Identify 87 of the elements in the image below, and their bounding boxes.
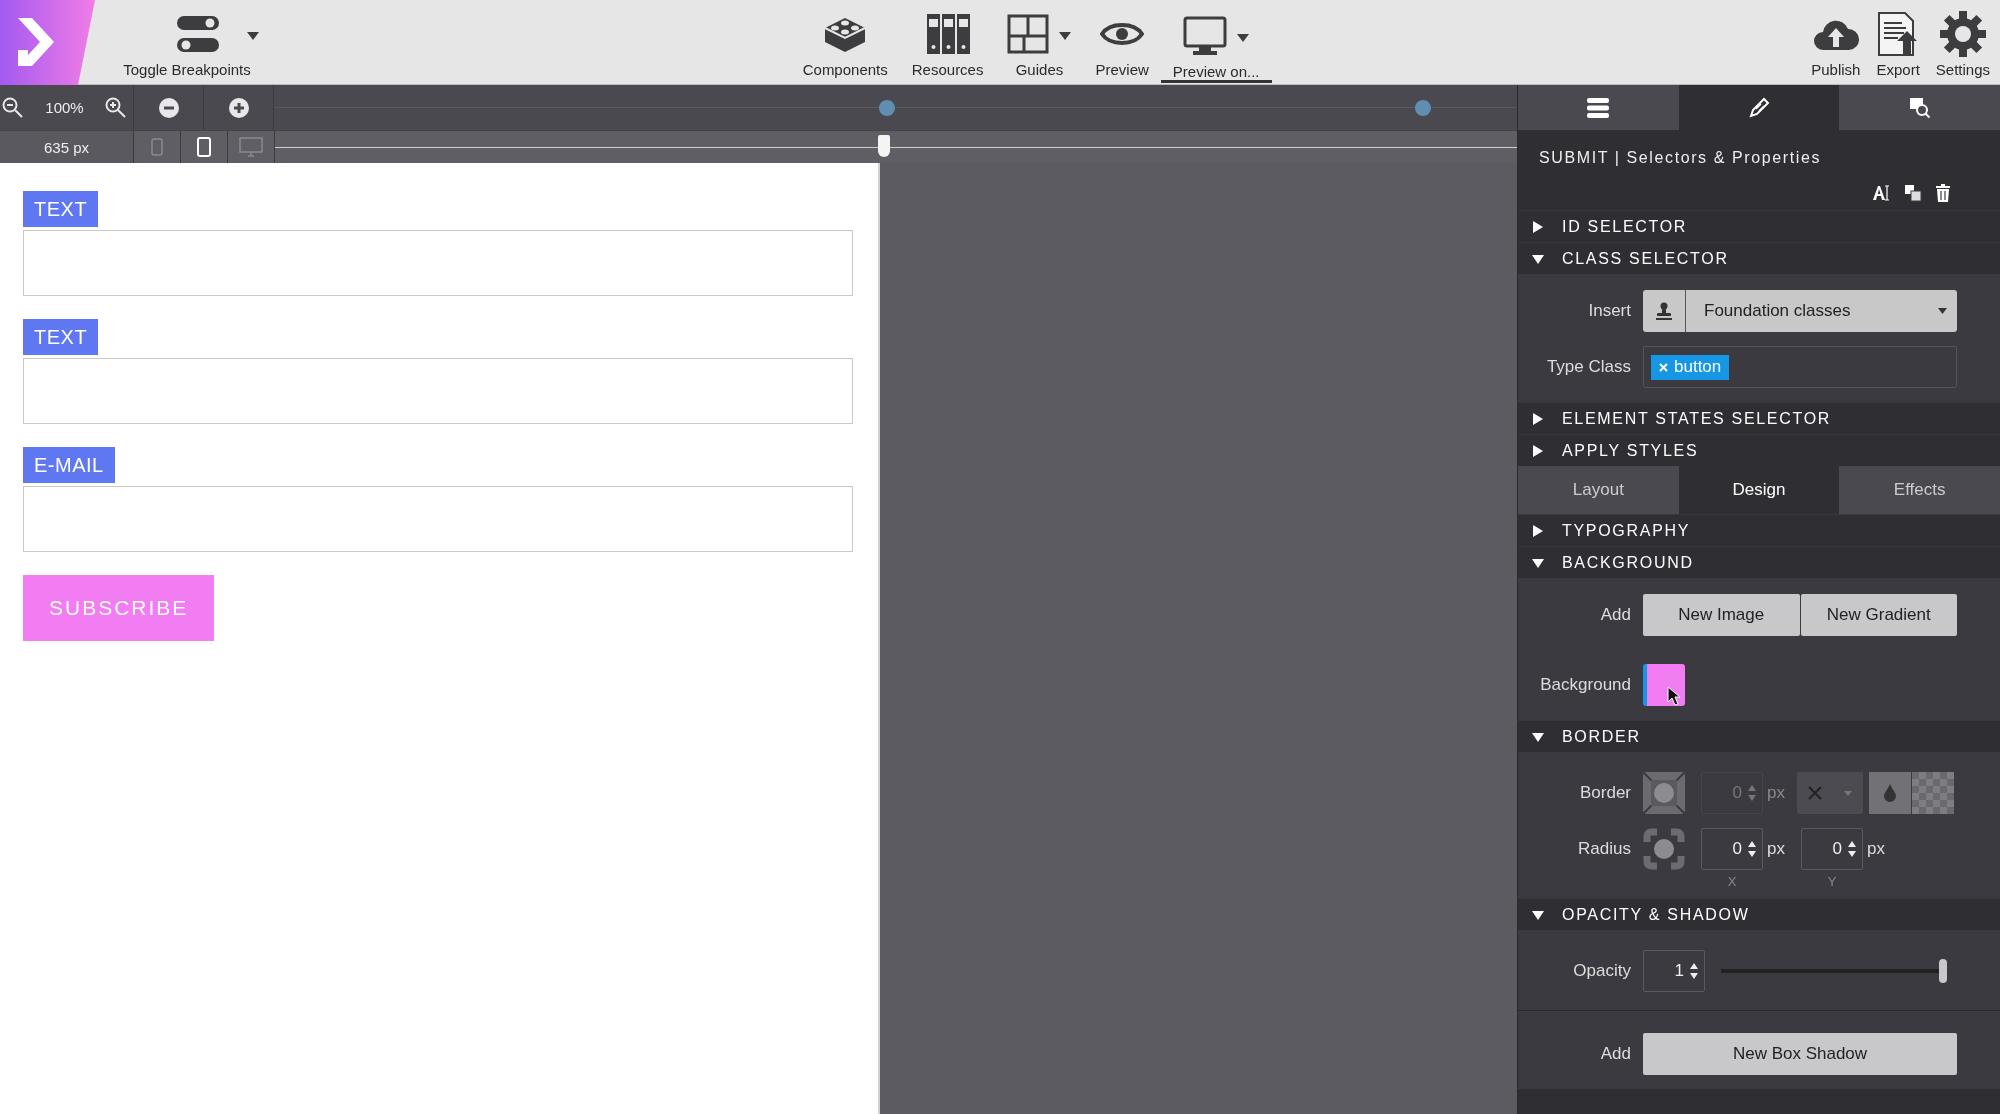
property-label: Add <box>1599 605 1631 625</box>
monitor-icon <box>1183 16 1228 56</box>
add-button[interactable]: New Gradient <box>1800 594 1957 636</box>
transparent-color-button[interactable] <box>1911 772 1954 814</box>
radius-field[interactable]: 0 <box>1800 828 1863 870</box>
panel-title: SUBMIT | Selectors & Properties <box>1538 148 1822 168</box>
pen-icon <box>1748 96 1770 119</box>
toolbar-button[interactable]: Components <box>790 9 900 78</box>
viewport-width: 635 px <box>43 138 89 156</box>
trash-icon <box>1936 184 1950 202</box>
mouse-cursor-icon <box>1667 686 1681 706</box>
caret-icon <box>1844 790 1853 796</box>
remove-breakpoint-icon <box>158 97 179 118</box>
style-tab[interactable]: Effects <box>1839 466 2000 514</box>
toolbar-button[interactable]: Settings <box>1927 9 1998 78</box>
expand-icon <box>1532 220 1544 233</box>
zoom-in-icon <box>105 96 127 119</box>
property-label: Radius <box>1577 839 1631 859</box>
toolbar-button[interactable]: Preview <box>1083 9 1161 78</box>
stepper-icon <box>1748 841 1756 857</box>
stepper-icon <box>1748 785 1756 801</box>
axis-label: X <box>1726 874 1738 889</box>
color-picker-button[interactable] <box>1868 772 1911 814</box>
radius-field[interactable]: 0 <box>1701 828 1763 870</box>
breakpoint-marker[interactable] <box>879 100 895 116</box>
expand-icon <box>1532 444 1544 457</box>
binders-icon <box>924 12 971 56</box>
expand-icon <box>1532 412 1544 425</box>
stepper-icon <box>1847 841 1856 857</box>
stepper-icon <box>1690 963 1698 979</box>
property-label: Add <box>1599 1044 1631 1064</box>
property-label: Background <box>1539 675 1631 695</box>
toolbar-button[interactable]: Toggle Breakpoints <box>115 9 259 78</box>
toolbar-button[interactable]: Export <box>1868 9 1928 78</box>
axis-label: Y <box>1826 874 1838 889</box>
add-breakpoint-icon <box>228 97 249 118</box>
style-tab[interactable]: Layout <box>1518 466 1679 514</box>
slider-thumb[interactable] <box>1939 959 1947 983</box>
property-label: Insert <box>1587 301 1631 321</box>
unit-label: px <box>1866 839 1885 859</box>
input-field[interactable] <box>23 358 853 424</box>
document-export-icon <box>1877 11 1920 57</box>
phone-icon <box>151 138 163 156</box>
toolbar-button[interactable]: Resources <box>899 9 996 78</box>
caret-icon <box>1938 308 1947 314</box>
breakpoint-marker[interactable] <box>1415 100 1431 116</box>
droplet-icon <box>1882 784 1897 802</box>
width-slider-handle[interactable] <box>877 135 890 157</box>
add-button[interactable]: New Image <box>1643 594 1800 636</box>
field-label: TEXT <box>23 319 99 355</box>
remove-icon <box>1659 362 1668 372</box>
collapse-icon <box>1532 908 1544 921</box>
menu-icon <box>1587 97 1610 118</box>
tablet-icon <box>197 137 211 157</box>
duplicate-icon <box>1904 184 1922 202</box>
toggle-switches-icon <box>175 14 221 54</box>
property-label: Type Class <box>1545 357 1631 377</box>
none-icon <box>1807 785 1824 801</box>
settings-icon <box>1939 11 1986 57</box>
zoom-level: 100% <box>45 99 84 116</box>
unit-label: px <box>1767 783 1785 803</box>
expand-icon <box>1532 524 1544 537</box>
border-sides-icon <box>1643 772 1685 814</box>
field-label: TEXT <box>23 191 99 227</box>
stamp-icon <box>1655 302 1673 320</box>
property-label: Border <box>1578 783 1631 803</box>
collapse-icon <box>1532 730 1544 743</box>
field-label: E-MAIL <box>23 447 115 483</box>
color-swatch[interactable] <box>1643 664 1685 706</box>
border-style-dropdown[interactable] <box>1796 772 1863 814</box>
toolbar-button[interactable]: Guides <box>995 9 1084 78</box>
collapse-icon <box>1532 556 1544 569</box>
opacity-field[interactable]: 1 <box>1643 950 1705 992</box>
grid-layout-icon <box>1007 14 1050 54</box>
desktop-icon <box>239 137 263 157</box>
property-label: Opacity <box>1572 961 1631 981</box>
toolbar-button[interactable]: Publish <box>1803 9 1869 78</box>
zoom-out-icon <box>2 96 24 119</box>
collapse-icon <box>1532 252 1544 265</box>
corner-radius-icon <box>1643 828 1685 870</box>
add-button[interactable]: New Box Shadow <box>1643 1033 1957 1075</box>
text-style-icon <box>1872 184 1890 202</box>
unit-label: px <box>1767 839 1785 859</box>
input-field[interactable] <box>23 486 853 552</box>
input-field[interactable] <box>23 230 853 296</box>
search-icon <box>1908 96 1931 119</box>
style-tab[interactable]: Design <box>1678 466 1840 514</box>
